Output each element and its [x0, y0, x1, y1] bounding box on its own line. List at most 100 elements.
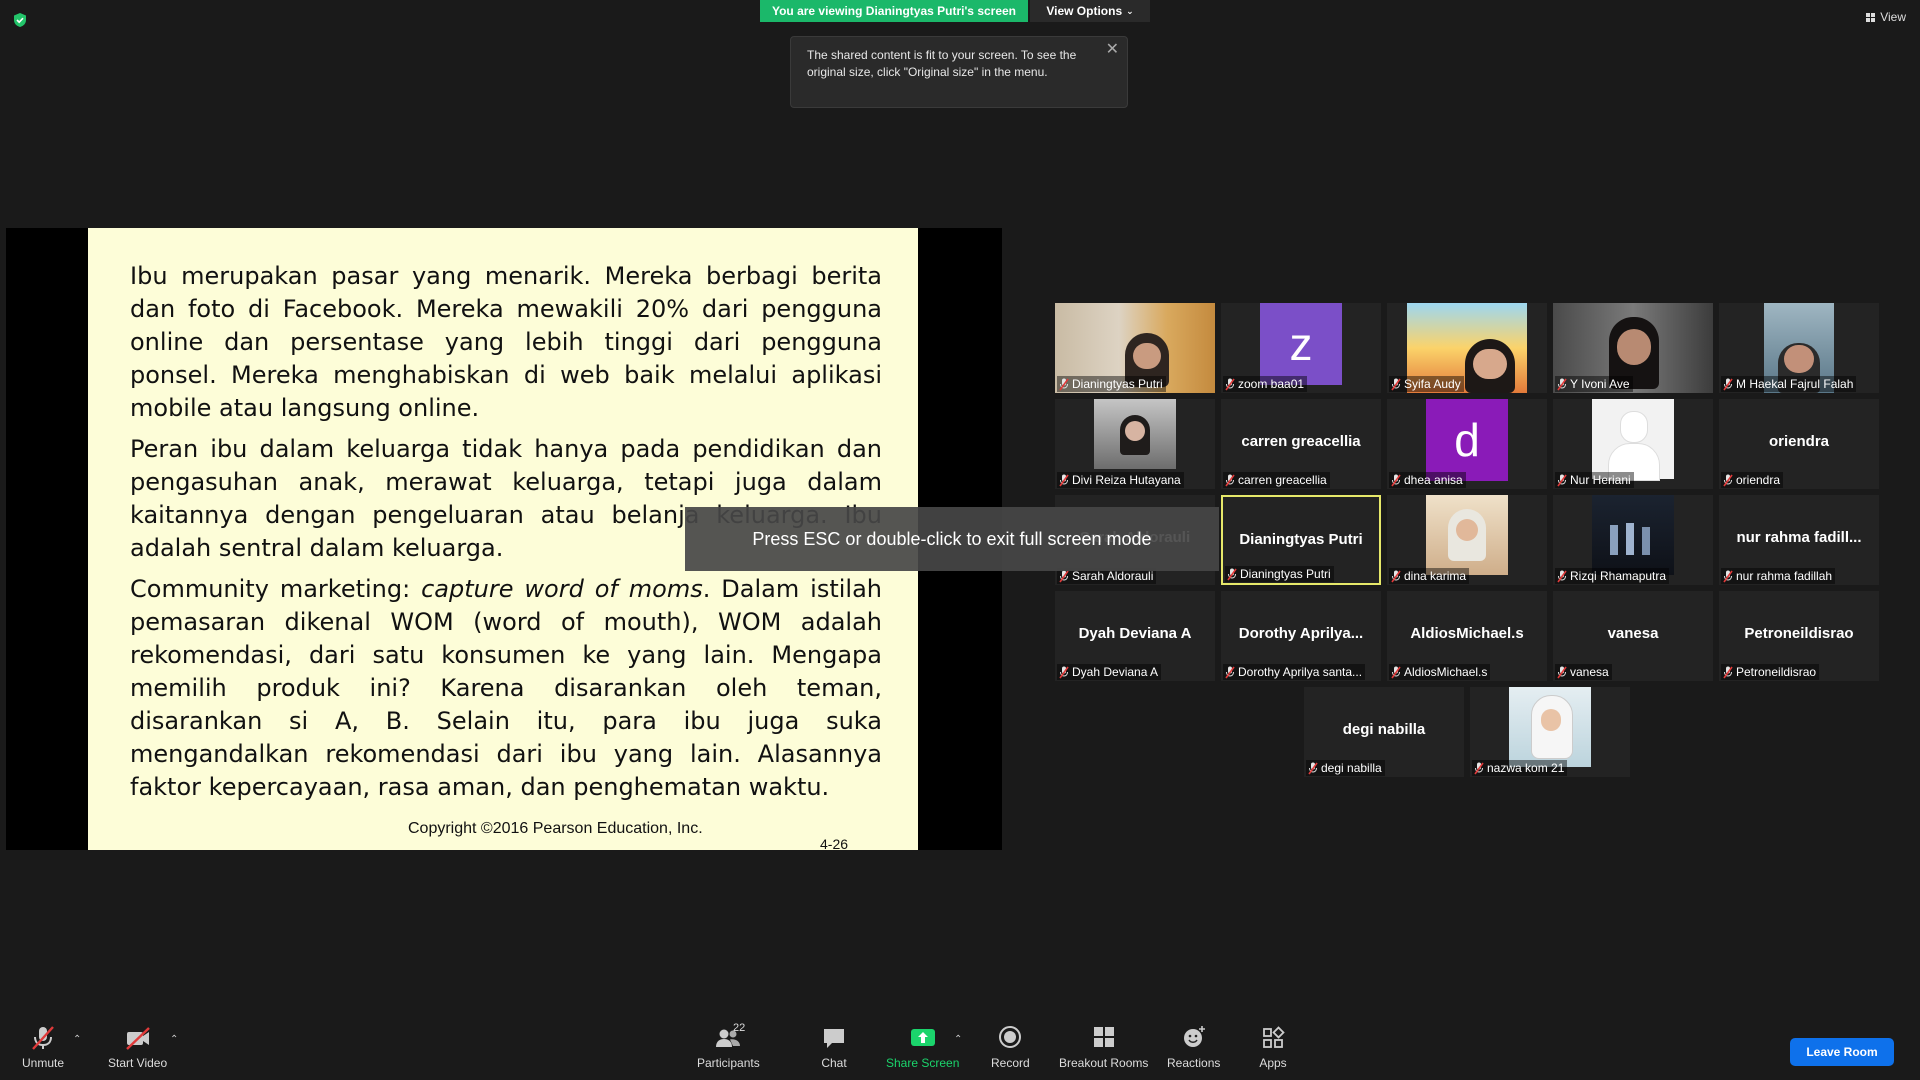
- slide-paragraph-1: Ibu merupakan pasar yang menarik. Mereka…: [130, 262, 882, 422]
- view-options-button[interactable]: View Options ⌄: [1030, 0, 1150, 22]
- muted-mic-icon: [1059, 666, 1069, 678]
- gallery-grid-icon: [1866, 12, 1876, 22]
- participant-tile[interactable]: Dyah Deviana A Dyah Deviana A: [1055, 591, 1215, 681]
- participant-tile[interactable]: nazwa kom 21: [1470, 687, 1630, 777]
- participant-tile[interactable]: AldiosMichael.s AldiosMichael.s: [1387, 591, 1547, 681]
- participant-tile[interactable]: Dianingtyas Putri Dianingtyas Putri: [1221, 495, 1381, 585]
- video-options-caret-icon[interactable]: ⌃: [170, 1034, 178, 1045]
- security-shield-icon[interactable]: [12, 12, 28, 28]
- apps-button[interactable]: Apps: [1259, 1024, 1287, 1070]
- participant-name: oriendra: [1736, 473, 1781, 487]
- participant-name: nur rahma fadillah: [1736, 569, 1833, 583]
- participant-tile[interactable]: Syifa Audy: [1387, 303, 1547, 393]
- participants-button[interactable]: 22 Participants: [697, 1022, 760, 1070]
- participants-count: 22: [733, 1022, 746, 1034]
- leave-room-label: Leave Room: [1806, 1045, 1878, 1059]
- participant-tile[interactable]: oriendra oriendra: [1719, 399, 1879, 489]
- participant-tile[interactable]: Divi Reiza Hutayana: [1055, 399, 1215, 489]
- tooltip-text: The shared content is fit to your screen…: [807, 48, 1077, 79]
- participant-tile[interactable]: Rizqi Rhamaputra: [1553, 495, 1713, 585]
- muted-mic-icon: [1557, 570, 1567, 582]
- start-video-button[interactable]: Start Video: [108, 1024, 167, 1070]
- participant-tile[interactable]: degi nabilla degi nabilla: [1304, 687, 1464, 777]
- share-screen-label: Share Screen: [886, 1056, 960, 1070]
- participant-display-name: nur rahma fadill...: [1736, 529, 1862, 546]
- muted-mic-icon: [1557, 666, 1567, 678]
- audio-options-caret-icon[interactable]: ⌃: [73, 1034, 81, 1045]
- p3-italic: capture word of moms: [421, 575, 703, 603]
- participant-name: Dianingtyas Putri: [1072, 377, 1163, 391]
- participant-tile[interactable]: Petroneildisrao Petroneildisrao: [1719, 591, 1879, 681]
- muted-mic-icon: [1391, 570, 1401, 582]
- participant-name-label: zoom baa01: [1223, 376, 1308, 392]
- participant-video: [1592, 399, 1674, 481]
- reactions-label: Reactions: [1167, 1056, 1221, 1070]
- muted-mic-icon: [1225, 666, 1235, 678]
- chevron-down-icon: ⌄: [1126, 5, 1134, 16]
- participant-tile[interactable]: Y Ivoni Ave: [1553, 303, 1713, 393]
- participant-name-label: Divi Reiza Hutayana: [1057, 472, 1184, 488]
- participant-name-label: Dyah Deviana A: [1057, 664, 1162, 680]
- participant-name: M Haekal Fajrul Falah: [1736, 377, 1854, 391]
- leave-room-button[interactable]: Leave Room: [1790, 1038, 1894, 1066]
- record-button[interactable]: Record: [991, 1024, 1030, 1070]
- view-label: View: [1880, 10, 1906, 24]
- view-button[interactable]: View: [1866, 10, 1906, 24]
- muted-mic-icon: [1391, 378, 1401, 390]
- muted-mic-icon: [1225, 378, 1235, 390]
- share-screen-button[interactable]: Share Screen: [886, 1024, 959, 1070]
- participant-display-name: Dianingtyas Putri: [1239, 531, 1363, 548]
- participant-display-name: oriendra: [1768, 433, 1829, 450]
- participant-name: nazwa kom 21: [1487, 761, 1565, 775]
- participant-video: [1592, 495, 1674, 575]
- participants-label: Participants: [697, 1056, 760, 1070]
- participant-tile[interactable]: M Haekal Fajrul Falah: [1719, 303, 1879, 393]
- start-video-label: Start Video: [108, 1056, 168, 1070]
- fit-screen-tooltip: The shared content is fit to your screen…: [790, 36, 1128, 108]
- p3-start: Community marketing:: [130, 575, 422, 603]
- muted-mic-icon: [1723, 378, 1733, 390]
- participant-display-name: degi nabilla: [1342, 721, 1426, 738]
- participant-tile[interactable]: z zoom baa01: [1221, 303, 1381, 393]
- participant-name: Dorothy Aprilya santa...: [1238, 665, 1363, 679]
- muted-mic-icon: [1059, 474, 1069, 486]
- muted-mic-icon: [1059, 570, 1069, 582]
- muted-mic-icon: [1059, 378, 1069, 390]
- unmute-button[interactable]: Unmute: [22, 1024, 64, 1070]
- participant-tile[interactable]: Dorothy Aprilya... Dorothy Aprilya santa.…: [1221, 591, 1381, 681]
- chat-button[interactable]: Chat: [820, 1024, 848, 1070]
- participant-name: vanesa: [1570, 665, 1609, 679]
- apps-icon: [1263, 1026, 1285, 1048]
- muted-mic-icon: [1474, 762, 1484, 774]
- close-icon[interactable]: ✕: [1106, 41, 1119, 58]
- participant-display-name: AldiosMichael.s: [1410, 625, 1524, 642]
- reactions-icon: [1183, 1026, 1205, 1047]
- participant-tile[interactable]: Dianingtyas Putri: [1055, 303, 1215, 393]
- muted-mic-icon: [1723, 474, 1733, 486]
- participant-name-label: Y Ivoni Ave: [1555, 376, 1633, 392]
- participant-name-label: Dorothy Aprilya santa...: [1223, 664, 1366, 680]
- participant-tile[interactable]: d dhea anisa: [1387, 399, 1547, 489]
- participant-name: Divi Reiza Hutayana: [1072, 473, 1181, 487]
- participant-tile[interactable]: dina karima: [1387, 495, 1547, 585]
- participant-name: Dianingtyas Putri: [1240, 567, 1331, 581]
- muted-mic-icon: [1227, 568, 1237, 580]
- participant-avatar: d: [1426, 399, 1508, 481]
- participant-name-label: AldiosMichael.s: [1389, 664, 1491, 680]
- breakout-rooms-button[interactable]: Breakout Rooms: [1059, 1024, 1148, 1070]
- viewing-screen-banner: You are viewing Dianingtyas Putri's scre…: [760, 0, 1028, 22]
- muted-mic-icon: [1391, 474, 1401, 486]
- share-screen-icon: [910, 1029, 935, 1046]
- participant-name-label: nazwa kom 21: [1472, 760, 1568, 776]
- participant-tile[interactable]: nur rahma fadill... nur rahma fadillah: [1719, 495, 1879, 585]
- reactions-button[interactable]: Reactions: [1167, 1024, 1220, 1070]
- muted-mic-icon: [1557, 474, 1567, 486]
- participant-name-label: Syifa Audy: [1389, 376, 1464, 392]
- participant-name-label: Nur Heriani: [1555, 472, 1634, 488]
- participant-name-label: Dianingtyas Putri: [1057, 376, 1166, 392]
- participant-tile[interactable]: carren greacellia carren greacellia: [1221, 399, 1381, 489]
- share-options-caret-icon[interactable]: ⌃: [954, 1034, 962, 1045]
- muted-mic-icon: [1557, 378, 1567, 390]
- participant-tile[interactable]: vanesa vanesa: [1553, 591, 1713, 681]
- participant-tile[interactable]: Nur Heriani: [1553, 399, 1713, 489]
